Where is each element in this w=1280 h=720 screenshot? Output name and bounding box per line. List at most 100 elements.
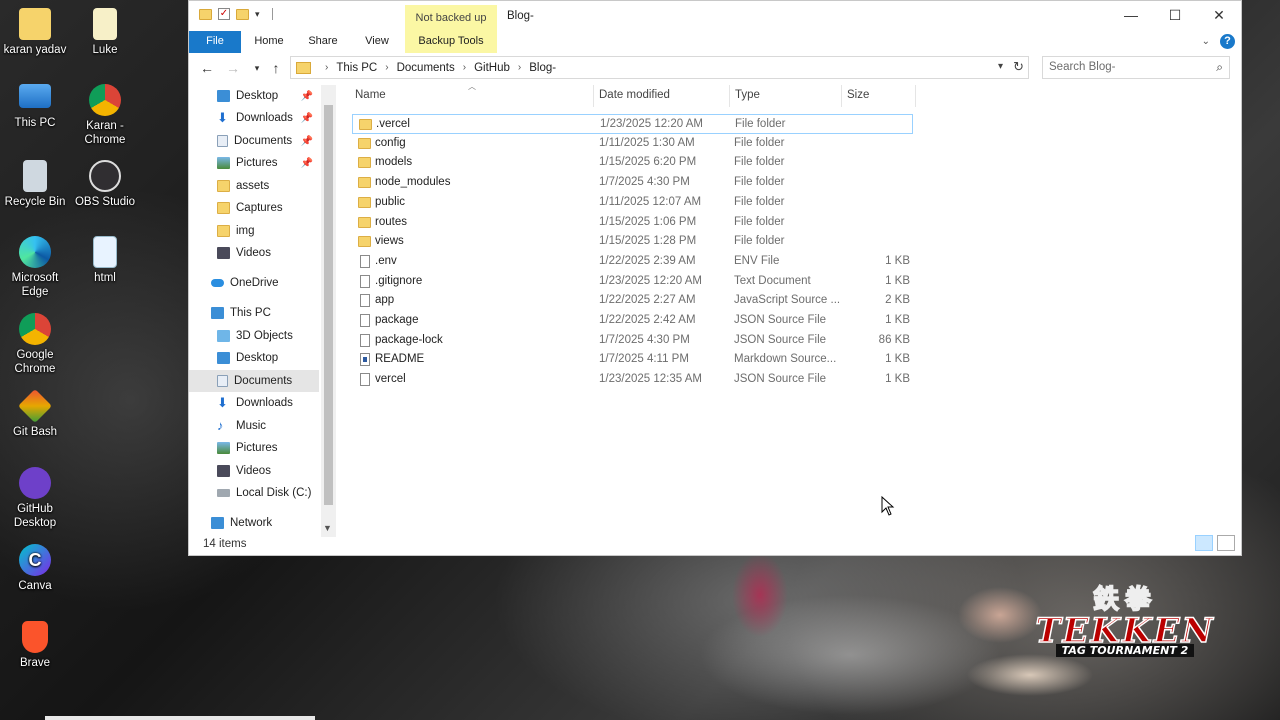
forward-button[interactable]: → bbox=[223, 58, 243, 78]
file-type: File folder bbox=[734, 235, 785, 247]
search-input[interactable]: Search Blog- ⌕ bbox=[1042, 56, 1230, 79]
file-size: 1 KB bbox=[885, 314, 910, 326]
column-header-type[interactable]: Type bbox=[735, 89, 760, 101]
folder-icon[interactable] bbox=[199, 8, 212, 20]
sidebar-item-downloads[interactable]: ⬇ Downloads 📌 bbox=[189, 107, 319, 129]
desktop-shortcut-github-desktop[interactable]: GitHub Desktop bbox=[0, 467, 70, 530]
file-type: Markdown Source... bbox=[734, 353, 837, 365]
sidebar-item-videos[interactable]: Videos bbox=[189, 242, 319, 264]
sidebar-item-captures[interactable]: Captures bbox=[189, 197, 319, 219]
sidebar-item-desktop-pc[interactable]: Desktop bbox=[189, 347, 319, 369]
sidebar-item-assets[interactable]: assets bbox=[189, 175, 319, 197]
column-header-name[interactable]: Name bbox=[355, 89, 386, 101]
up-button[interactable]: ↑ bbox=[266, 58, 286, 78]
tab-view[interactable]: View bbox=[357, 31, 397, 53]
column-divider[interactable] bbox=[729, 85, 730, 107]
sidebar-item-onedrive[interactable]: OneDrive bbox=[189, 272, 319, 294]
desktop-shortcut-html[interactable]: html bbox=[70, 236, 140, 285]
pin-icon[interactable]: 📌 bbox=[301, 91, 313, 102]
close-button[interactable]: ✕ bbox=[1197, 1, 1241, 29]
sidebar-item-network[interactable]: Network bbox=[189, 512, 319, 534]
tab-home[interactable]: Home bbox=[249, 31, 289, 53]
column-divider[interactable] bbox=[841, 85, 842, 107]
desktop-shortcut-karan-chrome[interactable]: Karan - Chrome bbox=[70, 84, 140, 147]
expand-ribbon-icon[interactable]: ⌄ bbox=[1202, 36, 1210, 47]
file-row[interactable]: .vercel 1/23/2025 12:20 AM File folder bbox=[352, 114, 913, 134]
file-row[interactable]: models 1/15/2025 6:20 PM File folder bbox=[352, 153, 913, 173]
file-row[interactable]: node_modules 1/7/2025 4:30 PM File folder bbox=[352, 173, 913, 193]
sidebar-item-local-disk[interactable]: Local Disk (C:) bbox=[189, 482, 319, 504]
tab-file[interactable]: File bbox=[189, 31, 241, 53]
file-row[interactable]: .env 1/22/2025 2:39 AM ENV File 1 KB bbox=[352, 252, 913, 272]
sidebar-item-this-pc[interactable]: This PC bbox=[189, 302, 319, 324]
file-row[interactable]: .gitignore 1/23/2025 12:20 AM Text Documen… bbox=[352, 272, 913, 292]
desktop-shortcut-luke[interactable]: Luke bbox=[70, 8, 140, 57]
file-row[interactable]: package 1/22/2025 2:42 AM JSON Source File… bbox=[352, 311, 913, 331]
sidebar-item-3d-objects[interactable]: 3D Objects bbox=[189, 325, 319, 347]
file-row[interactable]: views 1/15/2025 1:28 PM File folder bbox=[352, 232, 913, 252]
breadcrumb-this-pc[interactable]: This PC bbox=[336, 62, 377, 74]
sidebar-item-downloads-pc[interactable]: ⬇ Downloads bbox=[189, 392, 319, 414]
desktop-shortcut-google-chrome[interactable]: Google Chrome bbox=[0, 313, 70, 376]
back-button[interactable]: ← bbox=[197, 58, 217, 78]
pin-icon[interactable]: 📌 bbox=[301, 113, 313, 124]
file-row[interactable]: package-lock 1/7/2025 4:30 PM JSON Source … bbox=[352, 331, 913, 351]
chevron-down-icon[interactable]: ▼ bbox=[323, 523, 332, 533]
user-folder-icon bbox=[19, 8, 51, 40]
desktop-shortcut-git-bash[interactable]: Git Bash bbox=[0, 389, 70, 439]
scrollbar-thumb[interactable] bbox=[324, 105, 333, 505]
large-icons-view-icon[interactable] bbox=[1217, 535, 1235, 551]
sidebar-item-pictures-pc[interactable]: Pictures bbox=[189, 437, 319, 459]
column-divider[interactable] bbox=[915, 85, 916, 107]
address-bar[interactable]: › This PC › Documents › GitHub › Blog- ▾… bbox=[290, 56, 1029, 79]
tab-share[interactable]: Share bbox=[303, 31, 343, 53]
desktop-shortcut-canva[interactable]: C Canva bbox=[0, 544, 70, 593]
desktop-shortcut-edge[interactable]: Microsoft Edge bbox=[0, 236, 70, 299]
help-icon[interactable]: ? bbox=[1220, 34, 1235, 49]
chevron-right-icon[interactable]: › bbox=[463, 62, 466, 73]
refresh-icon[interactable]: ↻ bbox=[1013, 59, 1024, 75]
nav-scrollbar[interactable]: ▼ bbox=[321, 85, 336, 537]
maximize-button[interactable]: ☐ bbox=[1153, 1, 1197, 29]
file-row[interactable]: README 1/7/2025 4:11 PM Markdown Source...… bbox=[352, 350, 913, 370]
file-row[interactable]: vercel 1/23/2025 12:35 AM JSON Source File… bbox=[352, 370, 913, 390]
column-header-date[interactable]: Date modified bbox=[599, 89, 670, 101]
column-header-size[interactable]: Size bbox=[847, 89, 869, 101]
videos-icon bbox=[217, 247, 230, 259]
sidebar-item-desktop[interactable]: Desktop 📌 bbox=[189, 85, 319, 107]
backup-status-tab[interactable]: Not backed up bbox=[405, 5, 497, 31]
sidebar-item-documents-pc[interactable]: Documents bbox=[189, 370, 319, 392]
sidebar-item-music[interactable]: ♪ Music bbox=[189, 415, 319, 437]
sidebar-item-documents[interactable]: Documents 📌 bbox=[189, 130, 319, 152]
desktop-shortcut-obs[interactable]: OBS Studio bbox=[70, 160, 140, 209]
desktop-shortcut-this-pc[interactable]: This PC bbox=[0, 84, 70, 130]
desktop-shortcut-recycle-bin[interactable]: Recycle Bin bbox=[0, 160, 70, 209]
sidebar-item-pictures[interactable]: Pictures 📌 bbox=[189, 152, 319, 174]
breadcrumb-documents[interactable]: Documents bbox=[397, 62, 455, 74]
pin-icon[interactable]: 📌 bbox=[301, 136, 313, 147]
chevron-right-icon[interactable]: › bbox=[325, 62, 328, 73]
recent-locations-button[interactable]: ▾ bbox=[247, 58, 267, 78]
file-row[interactable]: public 1/11/2025 12:07 AM File folder bbox=[352, 193, 913, 213]
minimize-button[interactable]: — bbox=[1109, 1, 1153, 29]
customize-toolbar-icon[interactable]: ▾ bbox=[255, 9, 260, 20]
tab-backup-tools[interactable]: Backup Tools bbox=[405, 31, 497, 53]
new-folder-icon[interactable] bbox=[236, 8, 249, 20]
chevron-right-icon[interactable]: › bbox=[385, 62, 388, 73]
file-row[interactable]: config 1/11/2025 1:30 AM File folder bbox=[352, 134, 913, 154]
pin-icon[interactable]: 📌 bbox=[301, 158, 313, 169]
file-name: views bbox=[375, 235, 404, 247]
breadcrumb-blog[interactable]: Blog- bbox=[529, 62, 556, 74]
file-row[interactable]: app 1/22/2025 2:27 AM JavaScript Source ..… bbox=[352, 291, 913, 311]
sidebar-item-videos-pc[interactable]: Videos bbox=[189, 460, 319, 482]
details-view-icon[interactable] bbox=[1195, 535, 1213, 551]
breadcrumb-github[interactable]: GitHub bbox=[474, 62, 510, 74]
properties-icon[interactable]: ✓ bbox=[218, 8, 230, 20]
column-divider[interactable] bbox=[593, 85, 594, 107]
chevron-right-icon[interactable]: › bbox=[518, 62, 521, 73]
desktop-shortcut-karan-yadav[interactable]: karan yadav bbox=[0, 8, 70, 57]
sidebar-item-img[interactable]: img bbox=[189, 220, 319, 242]
chevron-down-icon[interactable]: ▾ bbox=[998, 61, 1003, 72]
desktop-shortcut-brave[interactable]: Brave bbox=[0, 621, 70, 670]
file-row[interactable]: routes 1/15/2025 1:06 PM File folder bbox=[352, 213, 913, 233]
